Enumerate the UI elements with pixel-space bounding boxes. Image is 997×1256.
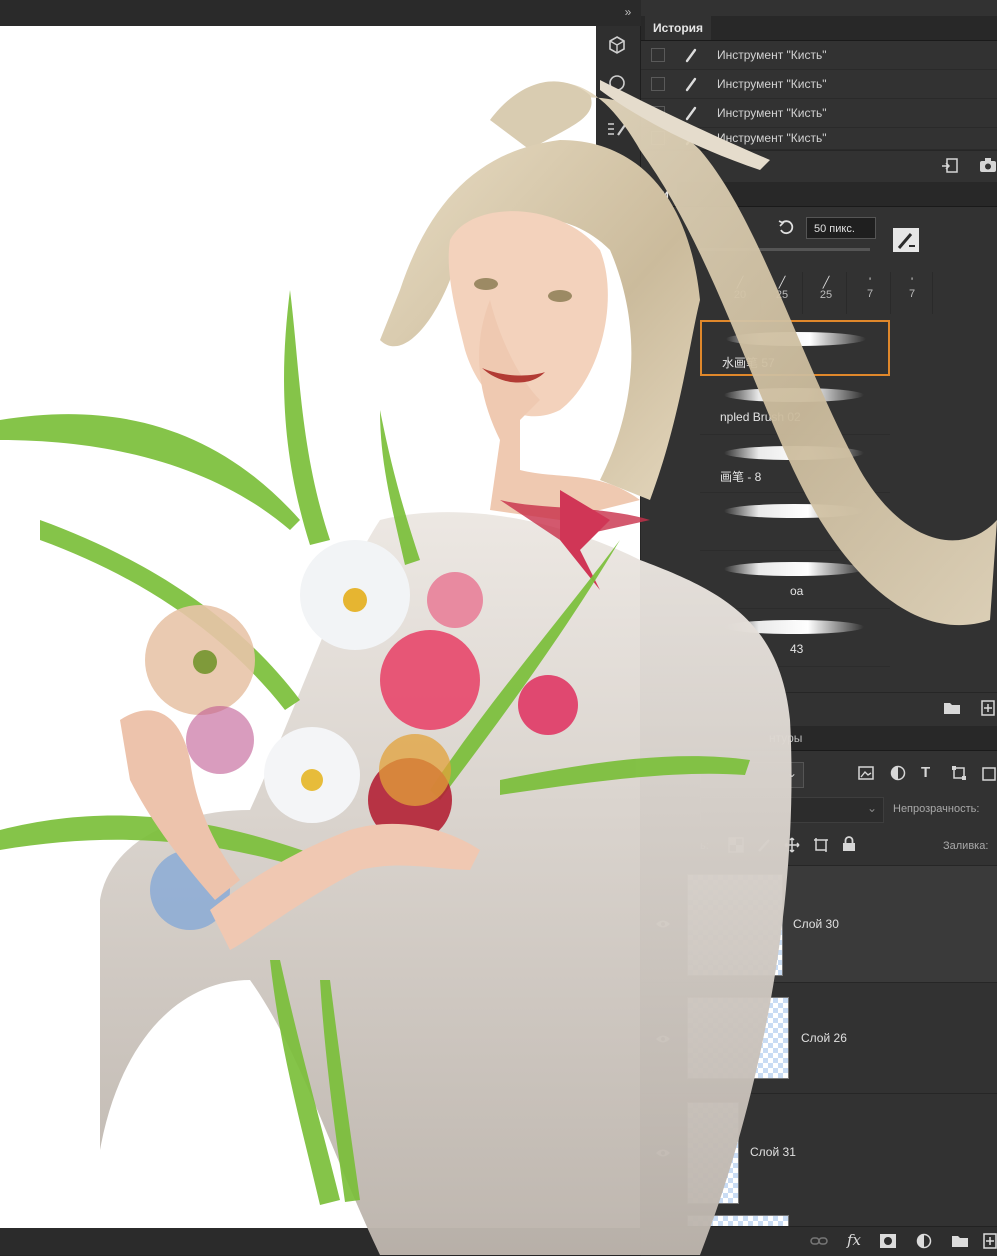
illustration-artwork — [0, 80, 997, 1255]
